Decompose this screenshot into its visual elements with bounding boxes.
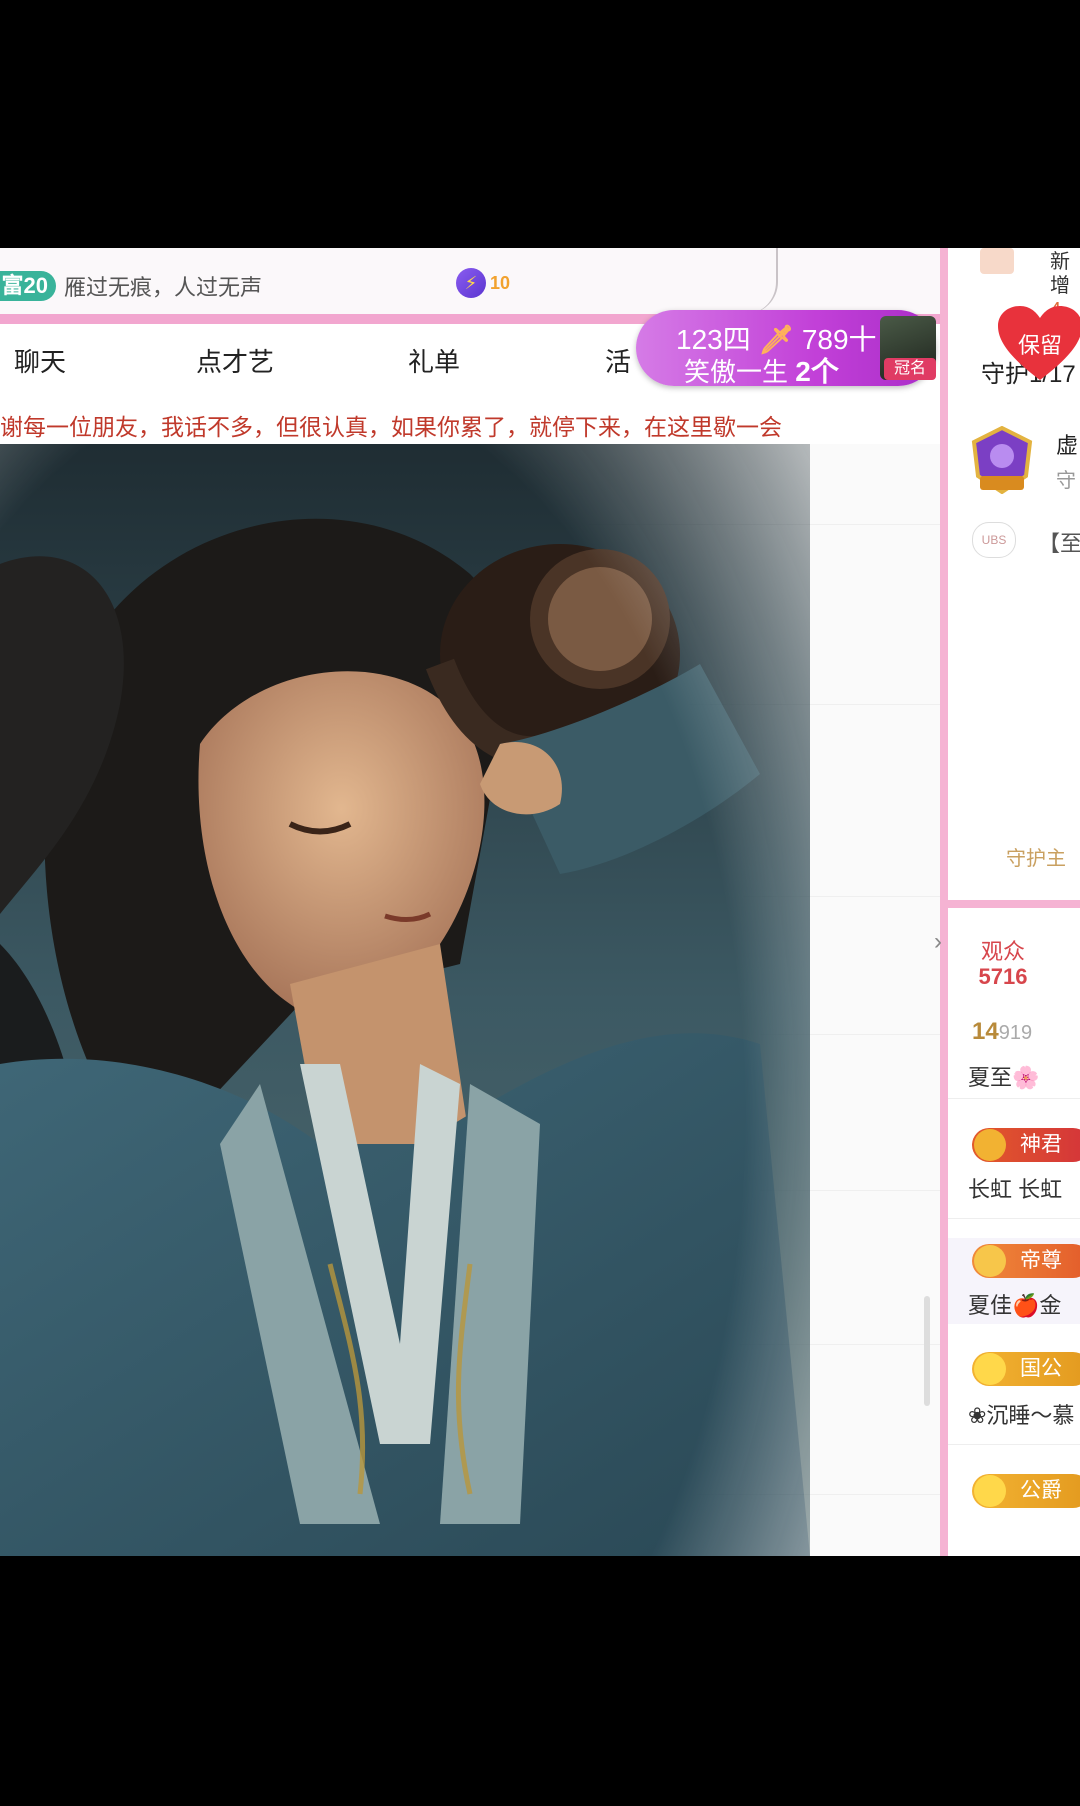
rank-badge: 神君 — [972, 1128, 1080, 1162]
tab-activity[interactable]: 活 — [605, 342, 631, 379]
user-name: 夏佳🍎金 — [968, 1293, 1062, 1318]
rank-badge-icon: UBS — [972, 522, 1016, 558]
lightning-icon: ⚡ — [456, 268, 486, 298]
guardian-main-link[interactable]: 守护主 — [1006, 842, 1066, 871]
rank-badge: 公爵 — [972, 1474, 1080, 1508]
crown-tag: 冠名 — [884, 358, 936, 380]
checkbox-icon[interactable] — [980, 248, 1014, 274]
chevron-right-icon[interactable]: › — [934, 928, 942, 956]
banner-gift-count: 2个 — [795, 356, 839, 387]
tab-talent[interactable]: 点才艺 — [196, 342, 274, 379]
tab-gift-list[interactable]: 礼单 — [408, 342, 460, 379]
coin-icon — [974, 1129, 1006, 1161]
coin-icon — [974, 1475, 1006, 1507]
audience-count: 5716 — [978, 964, 1028, 989]
header-curve-divider — [746, 248, 778, 314]
crown-counter-banner[interactable]: 123四 🗡 789十 笑傲一生 2个 冠名 — [636, 310, 936, 387]
wealth-level-badge: 富20 — [0, 271, 56, 301]
energy-counter[interactable]: ⚡ 10 — [456, 268, 510, 298]
rank-badge: 帝尊 — [972, 1244, 1080, 1278]
user-level: 14919 — [972, 1018, 1033, 1045]
right-side-panel: 新增 4人 守护1/17 保留 虚 守 UBS 【至 守护主 观众 5716 — [940, 248, 1080, 1556]
keep-heart-button[interactable]: 保留 — [998, 306, 1080, 382]
tab-chat[interactable]: 聊天 — [14, 342, 66, 379]
rank-badge: 国公 — [972, 1352, 1080, 1386]
panel-divider — [948, 900, 1080, 908]
keep-label: 保留 — [1017, 333, 1062, 358]
banner-line2: 笑傲一生 2个 — [684, 350, 839, 390]
guardian-subtitle: 守 — [1056, 470, 1076, 492]
user-name: ❀沉睡～慕 — [968, 1403, 1075, 1428]
coin-icon — [974, 1245, 1006, 1277]
audience-list-item[interactable]: 帝尊 夏佳🍎金 — [948, 1238, 1080, 1324]
room-notice: 谢每一位朋友，我话不多，但很认真，如果你累了，就停下来，在这里歇一会 — [0, 414, 782, 440]
coin-icon — [974, 1353, 1006, 1385]
user-name: 长虹 长虹 — [968, 1177, 1063, 1202]
room-slogan: 雁过无痕，人过无声 — [64, 275, 263, 300]
rank-text: 【至 — [1038, 531, 1080, 556]
energy-count: 10 — [490, 272, 511, 293]
guardian-name: 虚 — [1056, 433, 1079, 458]
user-name: 夏至🌸 — [968, 1065, 1040, 1090]
new-label: 新增 — [1050, 251, 1070, 297]
room-top-bar: 富20 雁过无痕，人过无声 ⚡ 10 — [0, 248, 940, 314]
audience-label[interactable]: 观众 — [948, 934, 1080, 966]
chat-scrollbar[interactable] — [924, 1296, 930, 1406]
guardian-star-badge-icon — [970, 425, 1034, 495]
live-room-screen: 富20 雁过无痕，人过无声 ⚡ 10 聊天 点才艺 礼单 活 谢每一位朋友，我话… — [0, 248, 1080, 1556]
streamer-portrait-image — [0, 444, 810, 1556]
banner-user-name: 笑傲一生 — [684, 357, 789, 387]
